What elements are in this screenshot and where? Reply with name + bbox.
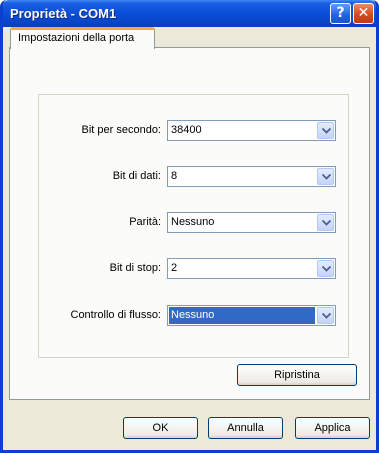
tab-panel: Bit per secondo: 38400 Bit di dati: 8 Pa… <box>9 47 370 400</box>
tab-port-settings[interactable]: Impostazioni della porta <box>10 27 155 49</box>
chevron-down-icon[interactable] <box>317 122 334 139</box>
restore-defaults-button[interactable]: Ripristina <box>237 364 357 386</box>
close-icon: ✕ <box>357 5 370 21</box>
data-bits-value: 8 <box>171 170 178 182</box>
bits-per-second-select[interactable]: 38400 <box>167 120 336 141</box>
settings-group: Bit per secondo: 38400 Bit di dati: 8 Pa… <box>38 94 349 358</box>
cancel-button[interactable]: Annulla <box>208 417 283 439</box>
flow-control-label: Controllo di flusso: <box>70 309 162 321</box>
ok-button[interactable]: OK <box>123 417 198 439</box>
stop-bits-select[interactable]: 2 <box>167 258 336 279</box>
window-title: Proprietà - COM1 <box>10 6 117 21</box>
chevron-down-icon[interactable] <box>317 307 334 324</box>
parity-select[interactable]: Nessuno <box>167 212 336 233</box>
data-bits-label: Bit di dati: <box>112 170 161 182</box>
chevron-down-icon[interactable] <box>317 168 334 185</box>
close-button[interactable]: ✕ <box>353 3 374 24</box>
data-bits-select[interactable]: 8 <box>167 166 336 187</box>
chevron-down-icon[interactable] <box>317 214 334 231</box>
help-icon: ? <box>336 5 345 21</box>
tab-label: Impostazioni della porta <box>18 32 135 44</box>
title-bar[interactable]: Proprietà - COM1 ? ✕ <box>3 0 376 27</box>
bits-per-second-label: Bit per secondo: <box>81 124 162 136</box>
bits-per-second-value: 38400 <box>171 124 202 136</box>
properties-dialog: Proprietà - COM1 ? ✕ Impostazioni della … <box>0 0 379 453</box>
apply-button[interactable]: Applica <box>295 417 370 439</box>
stop-bits-label: Bit di stop: <box>109 262 161 274</box>
flow-control-value: Nessuno <box>169 307 315 324</box>
help-button[interactable]: ? <box>330 3 351 24</box>
parity-value: Nessuno <box>171 216 215 228</box>
stop-bits-value: 2 <box>171 262 178 274</box>
parity-label: Parità: <box>129 216 161 228</box>
flow-control-select[interactable]: Nessuno <box>167 305 336 326</box>
chevron-down-icon[interactable] <box>317 260 334 277</box>
